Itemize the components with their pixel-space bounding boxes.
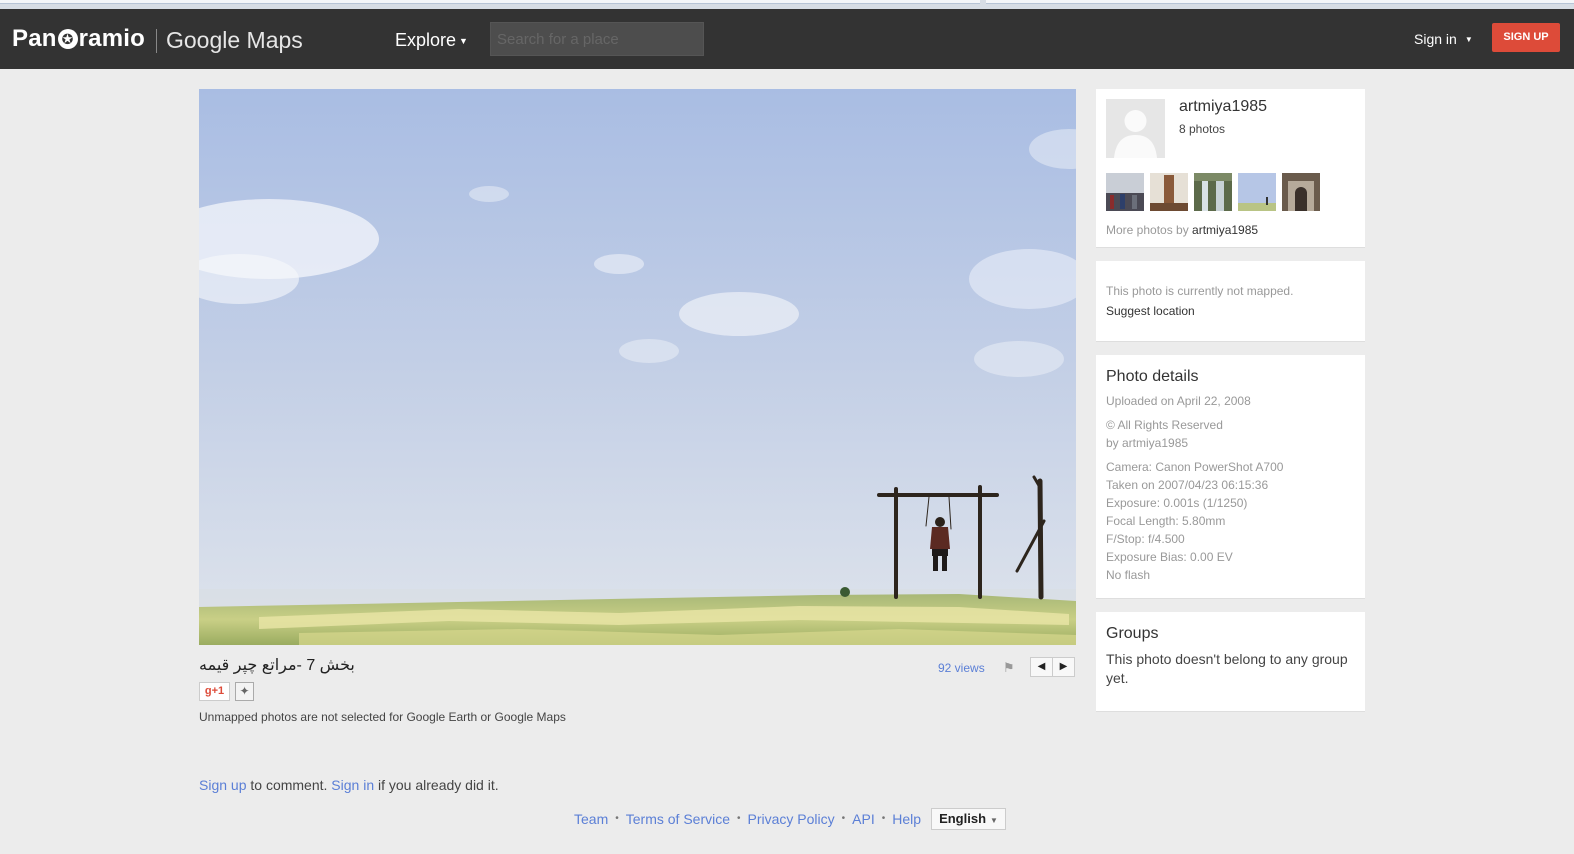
author-thumbnail[interactable]: [1194, 173, 1232, 211]
sign-up-link[interactable]: Sign up: [199, 777, 246, 793]
not-mapped-text: This photo is currently not mapped.: [1106, 284, 1294, 298]
uploaded-date: Uploaded on April 22, 2008: [1106, 394, 1251, 408]
footer-link-api[interactable]: API: [852, 809, 875, 829]
photo-details-card: Photo details Uploaded on April 22, 2008…: [1096, 355, 1365, 599]
browser-tab: [986, 0, 1574, 4]
footer-link-privacy[interactable]: Privacy Policy: [748, 809, 835, 829]
comment-text: if you already did it.: [374, 777, 499, 793]
author-card: artmiya1985 8 photos More photos by artm…: [1096, 89, 1365, 248]
panoramio-logo[interactable]: Pan ✪ ramio: [12, 25, 145, 53]
footer-link-terms[interactable]: Terms of Service: [626, 809, 730, 829]
focal-length: Focal Length: 5.80mm: [1106, 514, 1226, 528]
rights-owner: by artmiya1985: [1106, 436, 1189, 450]
photo-image: [199, 89, 1076, 645]
caret-down-icon: ▼: [1464, 35, 1473, 45]
footer-separator: •: [737, 813, 741, 824]
explore-label: Explore: [395, 30, 457, 50]
thumbnail-image: [1150, 173, 1188, 211]
explore-menu[interactable]: Explore ▼: [395, 29, 468, 52]
author-name[interactable]: artmiya1985: [1179, 97, 1267, 117]
sign-in-link[interactable]: Sign in: [331, 777, 374, 793]
thumbnail-image: [1282, 173, 1320, 211]
photo-nav: ◀ ▶: [1030, 657, 1075, 677]
map-card: This photo is currently not mapped. Sugg…: [1096, 261, 1365, 342]
google-maps-link[interactable]: Google Maps: [166, 26, 303, 54]
browser-tab-strip: [0, 0, 1574, 9]
main-photo[interactable]: [199, 89, 1076, 645]
previous-photo-button[interactable]: ◀: [1030, 657, 1053, 677]
flag-icon[interactable]: ⚑: [1003, 660, 1015, 676]
footer-separator: •: [881, 813, 886, 824]
f-stop: F/Stop: f/4.500: [1106, 532, 1185, 546]
exposure: Exposure: 0.001s (1/1250): [1106, 496, 1248, 510]
top-navbar: Pan✪ramio Google Maps Explore▼ Sign in▼ …: [0, 9, 1574, 69]
share-buttons: g+1 ✦: [199, 682, 254, 701]
author-thumbnail[interactable]: [1282, 173, 1320, 211]
author-thumbnail[interactable]: [1150, 173, 1188, 211]
search-input[interactable]: [490, 22, 704, 56]
taken-date: Taken on 2007/04/23 06:15:36: [1106, 478, 1269, 492]
footer-separator: •: [615, 813, 619, 824]
sign-up-button[interactable]: SIGN UP: [1492, 23, 1560, 52]
logo-text: Pan: [12, 25, 57, 52]
logo-star-icon: ✪: [57, 29, 78, 49]
twitter-bird-icon[interactable]: ✦: [235, 682, 254, 701]
camera: Camera: Canon PowerShot A700: [1106, 460, 1284, 474]
google-plus-button[interactable]: g+1: [199, 682, 230, 701]
groups-heading: Groups: [1106, 625, 1159, 642]
logo-text: ramio: [78, 25, 145, 52]
more-photos-by: More photos by artmiya1985: [1106, 222, 1258, 238]
more-photos-user-link[interactable]: artmiya1985: [1192, 223, 1258, 237]
groups-text: This photo doesn't belong to any group y…: [1106, 651, 1348, 686]
more-photos-prefix: More photos by: [1106, 223, 1193, 237]
author-thumbnails: [1106, 173, 1320, 211]
footer-link-team[interactable]: Team: [574, 809, 608, 829]
photo-details-heading: Photo details: [1106, 368, 1199, 385]
photo-details-list: Uploaded on April 22, 2008 © All Rights …: [1106, 392, 1356, 584]
groups-card: Groups This photo doesn't belong to any …: [1096, 612, 1365, 712]
view-count[interactable]: 92 views: [938, 660, 985, 676]
language-select[interactable]: English ▼: [931, 808, 1006, 830]
comment-prompt: Sign up to comment. Sign in if you alrea…: [199, 776, 499, 794]
footer-separator: •: [841, 813, 846, 824]
author-photo-count[interactable]: 8 photos: [1179, 121, 1225, 137]
comment-text: to comment.: [246, 777, 332, 793]
logo-divider: [156, 29, 157, 53]
caret-down-icon: ▼: [459, 36, 468, 47]
caret-down-icon: ▼: [990, 816, 998, 825]
thumbnail-image: [1238, 173, 1276, 211]
author-thumbnail[interactable]: [1238, 173, 1276, 211]
rights: © All Rights Reserved: [1106, 418, 1223, 432]
footer: Team • Terms of Service • Privacy Policy…: [574, 808, 1006, 830]
sign-in-label: Sign in: [1414, 31, 1457, 47]
author-thumbnail[interactable]: [1106, 173, 1144, 211]
next-photo-button[interactable]: ▶: [1052, 657, 1075, 677]
avatar[interactable]: [1106, 99, 1165, 158]
language-label: English: [939, 811, 987, 826]
photo-title: بخش 7 -مراتع چپر قیمه: [199, 657, 355, 674]
thumbnail-image: [1106, 173, 1144, 211]
sign-in-menu[interactable]: Sign in ▼: [1414, 30, 1473, 49]
flash: No flash: [1106, 568, 1151, 582]
footer-link-help[interactable]: Help: [892, 809, 921, 829]
suggest-location-link[interactable]: Suggest location: [1106, 303, 1195, 319]
thumbnail-image: [1194, 173, 1232, 211]
default-avatar-icon: [1106, 99, 1165, 158]
unmapped-note: Unmapped photos are not selected for Goo…: [199, 710, 566, 724]
exposure-bias: Exposure Bias: 0.00 EV: [1106, 550, 1233, 564]
browser-tab: [0, 0, 980, 4]
